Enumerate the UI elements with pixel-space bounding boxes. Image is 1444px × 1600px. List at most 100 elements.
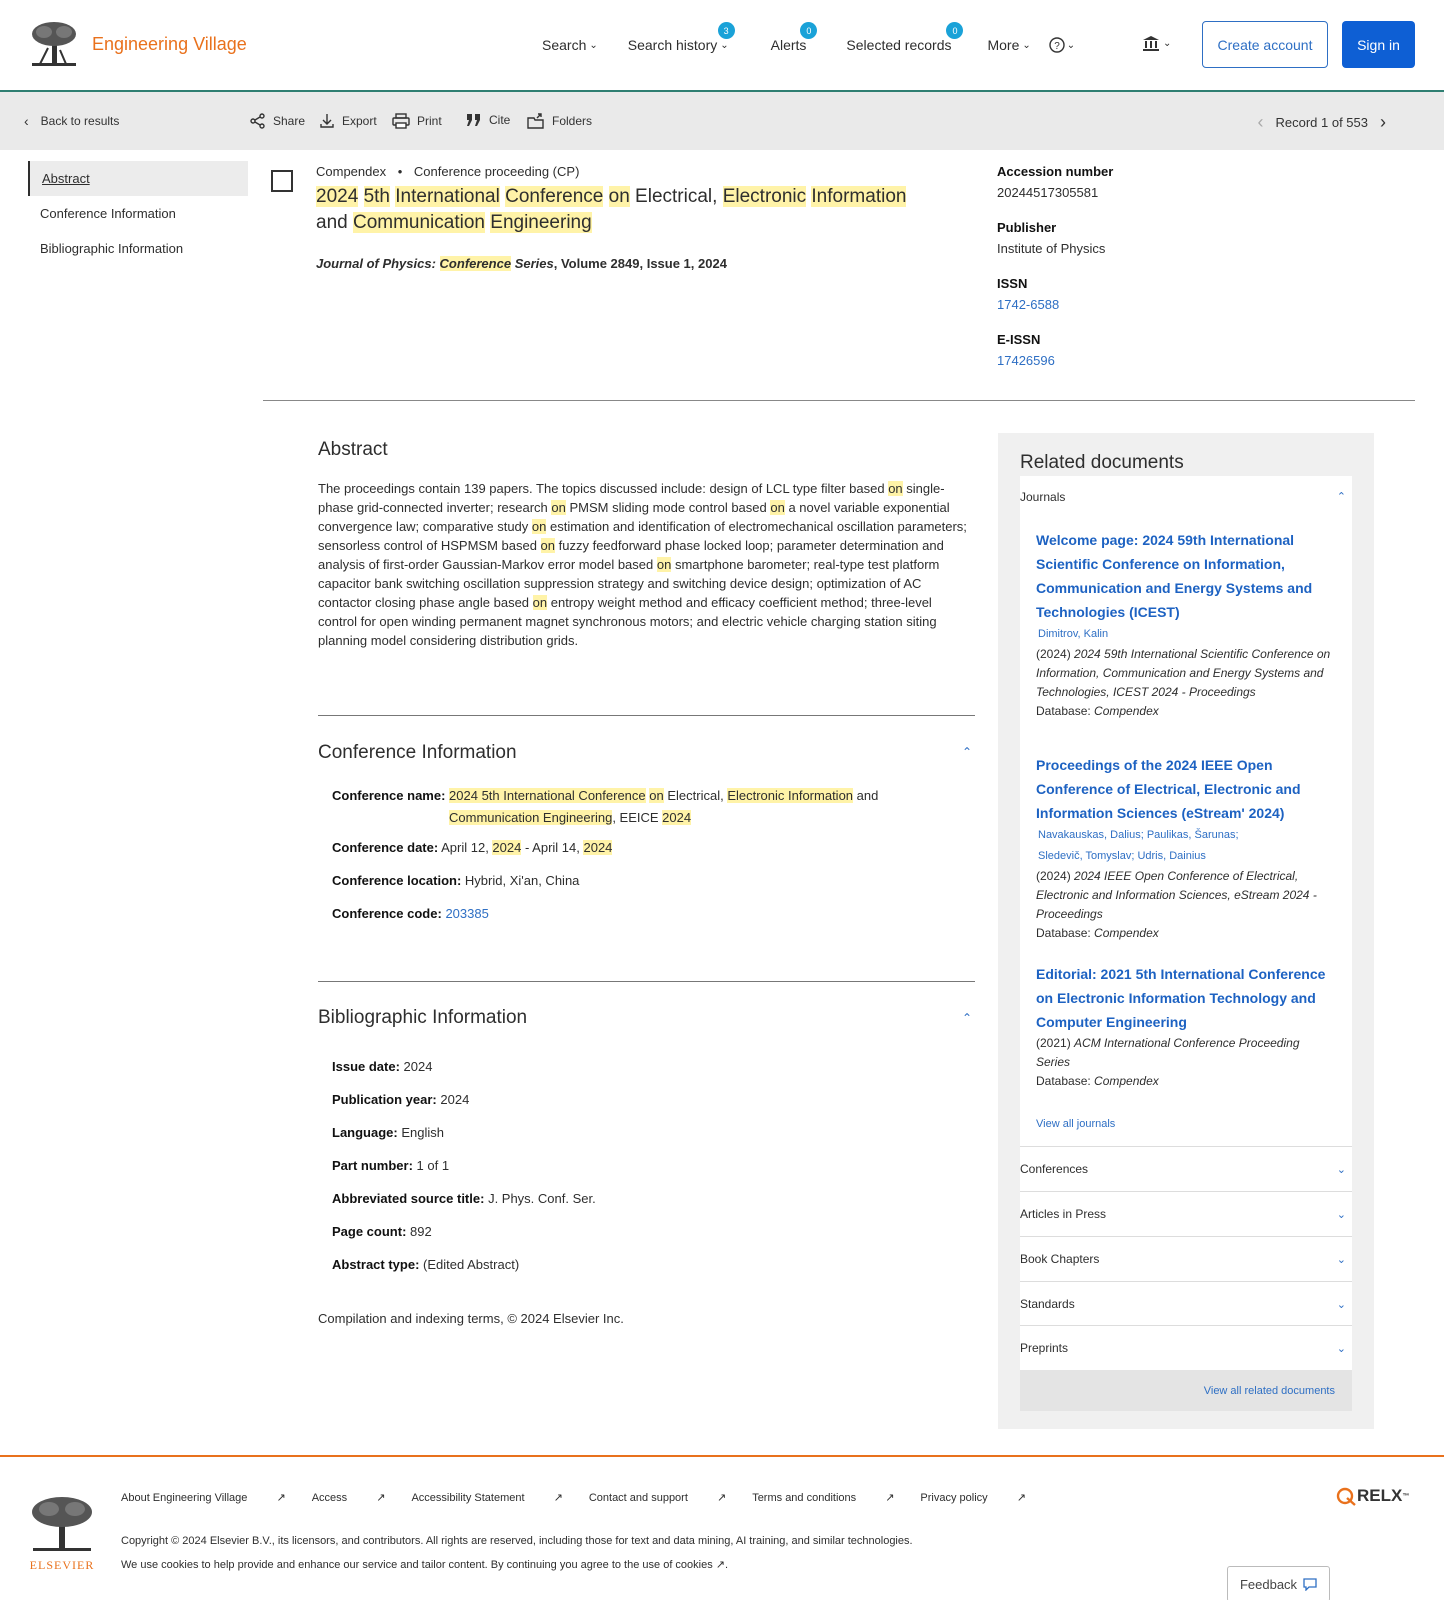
relx-logo[interactable]: RELX ™	[1335, 1486, 1409, 1506]
section-nav-bibliographic[interactable]: Bibliographic Information	[28, 231, 248, 266]
source-title: ACM International Conference Proceeding …	[1036, 1036, 1300, 1069]
collapse-conference-icon[interactable]: ⌃	[962, 745, 972, 759]
bib-field-part-number: Part number: 1 of 1	[332, 1149, 596, 1182]
related-doc-title[interactable]: Editorial: 2021 5th International Confer…	[1036, 962, 1336, 1034]
highlighted-term: on	[608, 186, 630, 207]
highlighted-term: on	[770, 500, 785, 515]
cite-button[interactable]: Cite	[466, 113, 510, 127]
highlighted-term: 2024	[662, 810, 692, 825]
text-run: PMSM sliding mode control based	[565, 500, 771, 515]
bib-label: Issue date:	[332, 1059, 400, 1074]
text-run: April 12,	[441, 840, 493, 855]
conference-code-label: Conference code:	[332, 906, 442, 921]
footer-link-terms[interactable]: Terms and conditions ↗	[752, 1491, 894, 1504]
select-record-checkbox[interactable]	[271, 170, 293, 192]
export-label: Export	[342, 114, 377, 128]
bib-field-publication-year: Publication year: 2024	[332, 1083, 596, 1116]
print-icon	[392, 113, 410, 129]
print-label: Print	[417, 114, 442, 128]
eissn-link[interactable]: 17426596	[997, 353, 1055, 368]
highlighted-term: on	[531, 519, 547, 534]
create-account-button[interactable]: Create account	[1202, 21, 1328, 68]
journal-citation: Journal of Physics: Conference Series, V…	[316, 256, 727, 271]
copyright-text: Copyright © 2024 Elsevier B.V., its lice…	[121, 1535, 913, 1547]
view-all-related-link[interactable]: View all related documents	[1020, 1370, 1352, 1411]
footer-link-access[interactable]: Access ↗	[312, 1491, 386, 1504]
institution-menu[interactable]: ⌄	[1142, 35, 1171, 51]
cookies-notice: We use cookies to help provide and enhan…	[121, 1559, 729, 1571]
elsevier-logo[interactable]: ELSEVIER	[28, 1495, 96, 1573]
issn-link[interactable]: 1742-6588	[997, 297, 1059, 312]
print-button[interactable]: Print	[392, 113, 442, 129]
sign-in-button[interactable]: Sign in	[1342, 21, 1415, 68]
link-label: Terms and conditions	[752, 1492, 857, 1504]
nav-alerts[interactable]: Alerts 0	[771, 22, 818, 53]
conference-code-link[interactable]: 203385	[445, 906, 488, 921]
nav-search-history[interactable]: Search history ⌄ 3	[628, 22, 735, 53]
external-link-icon[interactable]: ↗	[716, 1559, 725, 1571]
engineering-village-logo[interactable]: Engineering Village	[28, 20, 247, 68]
footer-link-about[interactable]: About Engineering Village ↗	[121, 1491, 286, 1504]
related-category-preprints[interactable]: Preprints ⌄	[1020, 1325, 1352, 1370]
related-doc-title[interactable]: Welcome page: 2024 59th International Sc…	[1036, 528, 1336, 624]
publisher-label: Publisher	[997, 220, 1057, 235]
chevron-down-icon: ⌄	[1066, 39, 1076, 51]
bullet-separator: •	[397, 164, 403, 179]
highlighted-term: on	[888, 481, 903, 496]
collapse-bibliographic-icon[interactable]: ⌃	[962, 1011, 972, 1025]
share-label: Share	[273, 114, 306, 128]
related-doc-title[interactable]: Proceedings of the 2024 IEEE Open Confer…	[1036, 753, 1336, 825]
chevron-left-icon: ‹	[24, 113, 29, 129]
section-nav-conference[interactable]: Conference Information	[28, 196, 248, 231]
related-category-book-chapters[interactable]: Book Chapters ⌄	[1020, 1236, 1352, 1281]
related-doc-db: Database: Compendex	[1036, 924, 1336, 943]
conference-name-line1: 2024 5th International Conference on Ele…	[449, 788, 878, 803]
footer-link-privacy[interactable]: Privacy policy ↗	[920, 1491, 1026, 1504]
search-history-badge: 3	[717, 22, 735, 39]
related-category-articles-in-press[interactable]: Articles in Press ⌄	[1020, 1191, 1352, 1236]
related-doc-authors[interactable]: Sledevič, Tomyslav; Udris, Dainius	[1036, 846, 1336, 867]
bib-value: 1 of 1	[416, 1158, 450, 1173]
chevron-down-icon: ⌄	[1336, 1208, 1346, 1221]
folders-button[interactable]: Folders	[527, 113, 592, 129]
link-label: Access	[311, 1492, 348, 1504]
previous-record-icon[interactable]: ‹	[1257, 112, 1263, 133]
section-nav-abstract[interactable]: Abstract	[28, 161, 248, 196]
help-menu[interactable]: ? ⌄	[1049, 37, 1075, 53]
back-to-results-link[interactable]: ‹ Back to results	[24, 113, 119, 129]
footer-link-accessibility[interactable]: Accessibility Statement ↗	[411, 1491, 562, 1504]
link-label: Privacy policy	[920, 1492, 988, 1504]
relx-mark-icon	[1336, 1487, 1356, 1506]
feedback-label: Feedback	[1239, 1576, 1298, 1592]
conference-heading: Conference Information	[318, 742, 517, 763]
highlighted-term: 2024	[583, 840, 613, 855]
feedback-button[interactable]: Feedback	[1227, 1566, 1330, 1600]
text-run	[358, 186, 363, 207]
record-identifiers: Accession number 20244517305581 Publishe…	[997, 164, 1113, 388]
related-doc-authors[interactable]: Navakauskas, Dalius; Paulikas, Šarunas;	[1036, 825, 1336, 846]
text-run: Electrical,	[629, 186, 723, 207]
text-run: , EEICE	[612, 810, 663, 825]
conference-name-field: Conference name: 2024 5th International …	[332, 785, 962, 829]
related-category-conferences[interactable]: Conferences ⌄	[1020, 1146, 1352, 1191]
export-button[interactable]: Export	[319, 113, 377, 129]
view-all-journals-link[interactable]: View all journals	[1036, 1118, 1115, 1130]
highlighted-term: Electronic	[722, 186, 807, 207]
share-button[interactable]: Share	[250, 113, 305, 129]
nav-search[interactable]: Search ⌄	[542, 37, 598, 53]
nav-selected-records[interactable]: Selected records 0	[846, 22, 964, 53]
folder-icon	[527, 113, 544, 129]
nav-more[interactable]: More ⌄	[987, 37, 1030, 53]
footer-link-contact[interactable]: Contact and support ↗	[589, 1491, 726, 1504]
link-label: Accessibility Statement	[411, 1492, 525, 1504]
back-to-results-label: Back to results	[40, 114, 120, 128]
next-record-icon[interactable]: ›	[1380, 112, 1386, 133]
section-nav: Abstract Conference Information Bibliogr…	[28, 161, 248, 266]
folders-label: Folders	[552, 114, 593, 128]
related-category-standards[interactable]: Standards ⌄	[1020, 1281, 1352, 1326]
related-doc-authors[interactable]: Dimitrov, Kalin	[1036, 624, 1336, 645]
journals-toggle[interactable]: Journals ⌃	[1020, 490, 1352, 504]
bib-field-abstract-type: Abstract type: (Edited Abstract)	[332, 1248, 596, 1281]
chevron-down-icon: ⌄	[1336, 1298, 1346, 1311]
nav-selected-records-label: Selected records	[846, 37, 952, 53]
